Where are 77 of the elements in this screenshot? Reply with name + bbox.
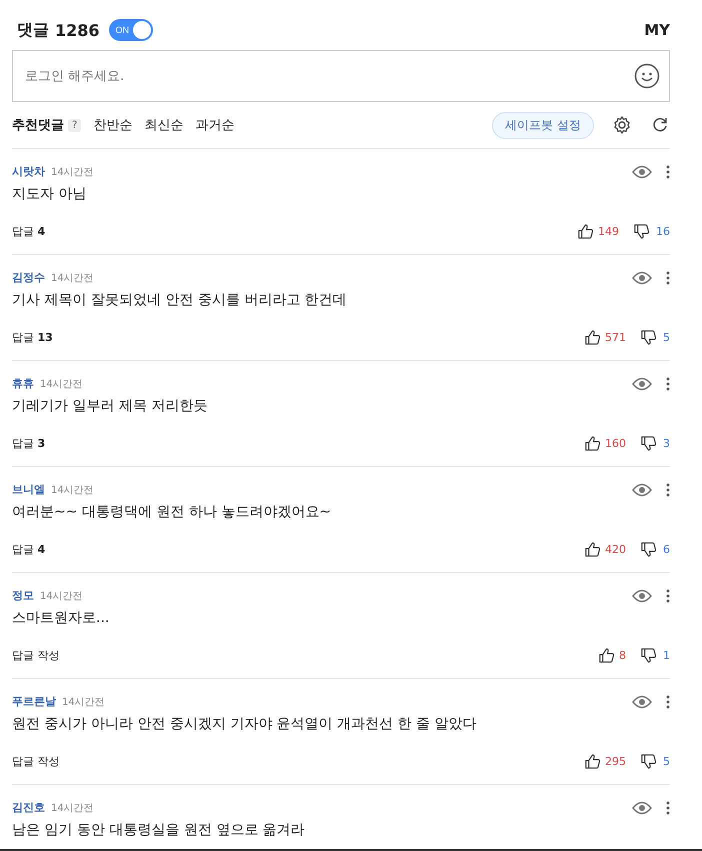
eye-icon[interactable]: [632, 801, 652, 815]
eye-icon[interactable]: [632, 483, 652, 497]
dislike-count: 5: [663, 331, 670, 344]
dislike-count: 1: [663, 649, 670, 662]
more-icon[interactable]: [666, 165, 670, 179]
comment-author[interactable]: 김진호: [12, 800, 45, 815]
eye-icon[interactable]: [632, 377, 652, 391]
thumbs-up-icon[interactable]: [584, 541, 601, 558]
like-count: 420: [605, 543, 626, 556]
comment-author[interactable]: 푸르른날: [12, 694, 56, 709]
comment-time: 14시간전: [40, 378, 83, 391]
reply-link[interactable]: 답글 3: [12, 436, 46, 451]
thumbs-up-icon[interactable]: [598, 647, 615, 664]
thumbs-down-icon[interactable]: [640, 647, 657, 664]
comment-author[interactable]: 휴휴: [12, 376, 34, 391]
comment-time: 14시간전: [51, 484, 94, 497]
comment-text: 여러분~~ 대통령댁에 원전 하나 놓드려야겠어요~: [12, 503, 332, 521]
sort-tab[interactable]: 추천댓글: [12, 116, 64, 134]
comment-text: 남은 임기 동안 대통령실을 원전 옆으로 옮겨라: [12, 821, 306, 839]
comment-text: 기사 제목이 잘못되었네 안전 중시를 버리라고 한건데: [12, 291, 348, 309]
smiley-icon[interactable]: [634, 63, 660, 89]
eye-icon[interactable]: [632, 271, 652, 285]
reply-link[interactable]: 답글 13: [12, 330, 53, 345]
thumbs-up-icon[interactable]: [584, 753, 601, 770]
sort-tab[interactable]: 찬반순: [93, 116, 132, 134]
more-icon[interactable]: [666, 271, 670, 285]
comment-time: 14시간전: [40, 590, 83, 603]
settings-icon[interactable]: [612, 115, 632, 135]
like-count: 160: [605, 437, 626, 450]
comments-title: 댓글: [17, 20, 49, 40]
like-count: 149: [598, 225, 619, 238]
dislike-count: 16: [656, 225, 670, 238]
thumbs-up-icon[interactable]: [577, 223, 594, 240]
comment-input[interactable]: 로그인 해주세요.: [12, 50, 670, 102]
comment-count: 1286: [55, 20, 100, 40]
comment-text: 지도자 아님: [12, 185, 88, 203]
like-count: 571: [605, 331, 626, 344]
thumbs-down-icon[interactable]: [640, 329, 657, 346]
comment-time: 14시간전: [51, 166, 94, 179]
comment-text: 스마트원자로...: [12, 609, 110, 627]
sort-tab[interactable]: 최신순: [144, 116, 184, 134]
thumbs-down-icon[interactable]: [640, 541, 657, 558]
thumbs-up-icon[interactable]: [584, 329, 601, 346]
reply-link[interactable]: 답글 작성: [12, 754, 60, 769]
my-link[interactable]: MY: [644, 21, 670, 39]
eye-icon[interactable]: [632, 589, 652, 603]
safebot-settings-button[interactable]: 세이프봇 설정: [492, 112, 594, 138]
comment-author[interactable]: 김정수: [12, 270, 45, 285]
eye-icon[interactable]: [632, 695, 652, 709]
dislike-count: 5: [663, 755, 670, 768]
comment-time: 14시간전: [62, 696, 105, 709]
dislike-count: 6: [663, 543, 670, 556]
comment-text: 원전 중시가 아니라 안전 중시겠지 기자야 윤석열이 개과천선 한 줄 알았다: [12, 715, 478, 733]
reply-link[interactable]: 답글 작성: [12, 648, 60, 663]
comment-time: 14시간전: [51, 802, 94, 815]
reply-link[interactable]: 답글 4: [12, 542, 46, 557]
dislike-count: 3: [663, 437, 670, 450]
help-badge[interactable]: ?: [68, 118, 82, 132]
thumbs-down-icon[interactable]: [640, 753, 657, 770]
more-icon[interactable]: [666, 483, 670, 497]
comment-time: 14시간전: [51, 272, 94, 285]
comment-author[interactable]: 정모: [12, 588, 34, 603]
thumbs-down-icon[interactable]: [633, 223, 650, 240]
comment-author[interactable]: 시랏차: [12, 164, 45, 179]
more-icon[interactable]: [666, 695, 670, 709]
more-icon[interactable]: [666, 801, 670, 815]
thumbs-up-icon[interactable]: [584, 435, 601, 452]
like-count: 8: [619, 649, 626, 662]
thumbs-down-icon[interactable]: [640, 435, 657, 452]
comment-author[interactable]: 브니엘: [12, 482, 45, 497]
reply-link[interactable]: 답글 4: [12, 224, 46, 239]
more-icon[interactable]: [666, 377, 670, 391]
like-count: 295: [605, 755, 626, 768]
eye-icon[interactable]: [632, 165, 652, 179]
more-icon[interactable]: [666, 589, 670, 603]
comment-text: 기레기가 일부러 제목 저리한듯: [12, 397, 208, 415]
sort-tab[interactable]: 과거순: [195, 116, 234, 134]
